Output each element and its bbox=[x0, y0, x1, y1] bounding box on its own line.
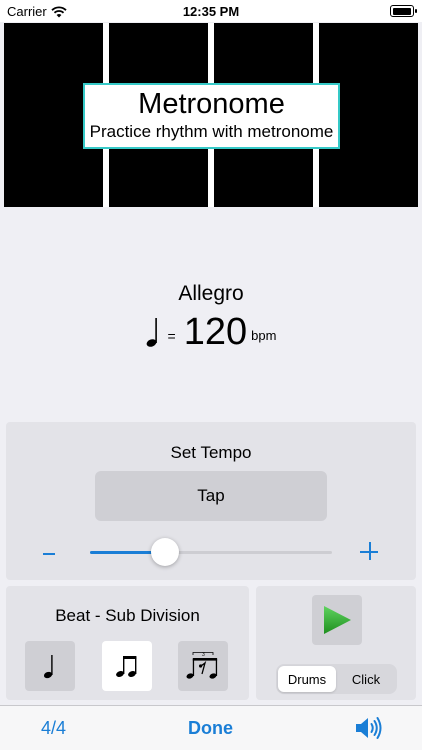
speaker-icon[interactable] bbox=[355, 715, 383, 741]
eighth-notes-icon bbox=[116, 656, 137, 677]
tempo-slider[interactable] bbox=[90, 538, 332, 566]
tempo-slider-thumb[interactable] bbox=[151, 538, 180, 566]
subdivision-triplet-button[interactable]: 3 bbox=[178, 641, 228, 691]
decrease-tempo-button[interactable] bbox=[42, 538, 60, 568]
done-button[interactable]: Done bbox=[188, 718, 233, 739]
sound-segmented-control[interactable]: Drums Click bbox=[276, 664, 397, 694]
bottom-toolbar: 4/4 Done bbox=[0, 705, 422, 750]
banner-title-box: Metronome Practice rhythm with metronome bbox=[83, 83, 340, 149]
status-bar: Carrier 12:35 PM bbox=[0, 0, 422, 22]
banner-title: Metronome bbox=[138, 88, 285, 120]
triplet-notes-icon: 3 bbox=[186, 652, 218, 679]
quarter-note-icon bbox=[146, 318, 157, 347]
set-tempo-card: Set Tempo Tap bbox=[6, 422, 416, 580]
play-icon bbox=[324, 606, 351, 634]
set-tempo-title: Set Tempo bbox=[170, 443, 252, 462]
equals-sign: = bbox=[167, 328, 176, 344]
tempo-name: Allegro bbox=[178, 282, 244, 305]
tempo-display: = 120 bpm bbox=[0, 312, 422, 352]
time-signature-button[interactable]: 4/4 bbox=[41, 718, 66, 739]
bpm-value: 120 bbox=[183, 311, 248, 353]
sound-option-click[interactable]: Click bbox=[337, 666, 395, 692]
battery-icon bbox=[390, 5, 417, 17]
beat-subdivision-title: Beat - Sub Division bbox=[55, 606, 200, 625]
tap-button[interactable]: Tap bbox=[95, 471, 327, 521]
bpm-unit: bpm bbox=[251, 328, 277, 343]
play-button[interactable] bbox=[312, 595, 362, 645]
beat-subdivision-card: Beat - Sub Division 3 bbox=[6, 586, 249, 700]
quarter-note-icon bbox=[43, 655, 53, 679]
subdivision-quarter-button[interactable] bbox=[25, 641, 75, 691]
increase-tempo-button[interactable] bbox=[358, 540, 382, 564]
banner-subtitle: Practice rhythm with metronome bbox=[89, 122, 334, 141]
playback-card: Drums Click bbox=[256, 586, 416, 700]
status-time: 12:35 PM bbox=[182, 4, 240, 19]
banner: Metronome Practice rhythm with metronome bbox=[4, 23, 418, 207]
sound-option-drums[interactable]: Drums bbox=[278, 666, 336, 692]
subdivision-eighth-button[interactable] bbox=[102, 641, 152, 691]
svg-text:3: 3 bbox=[202, 652, 205, 658]
